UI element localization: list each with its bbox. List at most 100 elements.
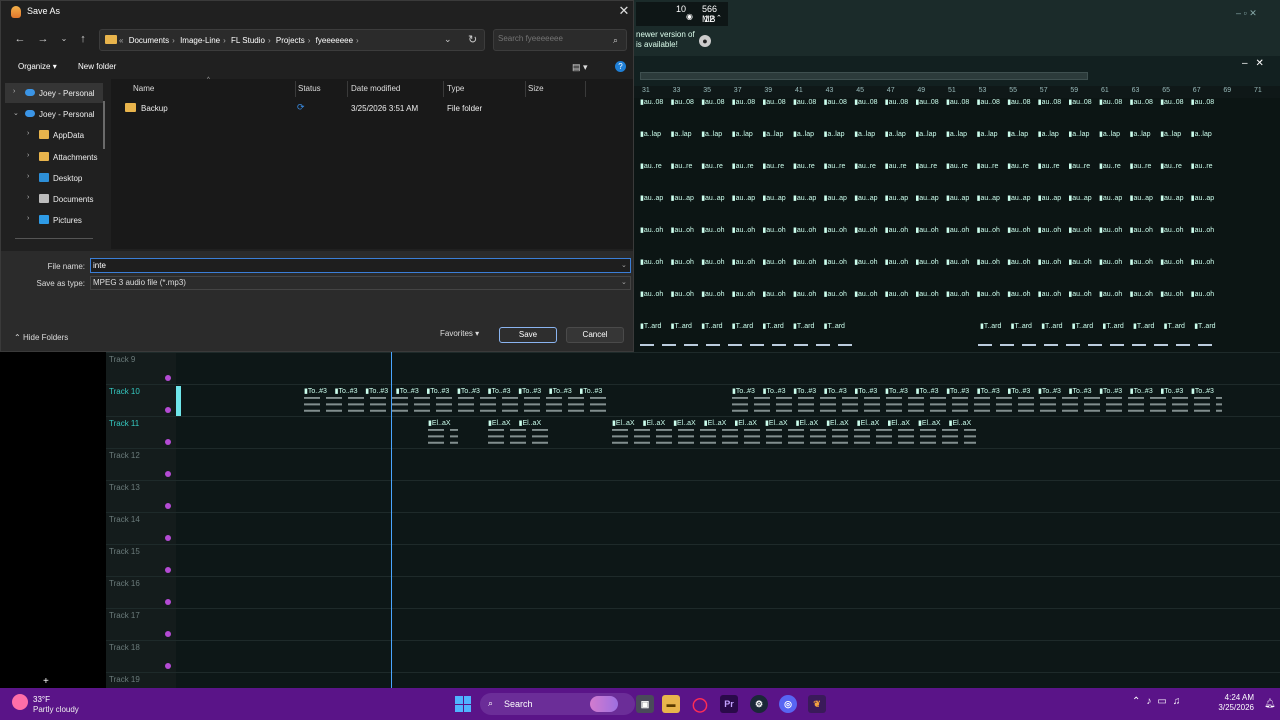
breadcrumb-fyeeeeeee[interactable]: fyeeeeeee: [316, 36, 353, 45]
track-clip-group[interactable]: ▮El..aX ▮El..aX: [488, 419, 548, 447]
pattern-clip[interactable]: ▮To..#3: [549, 387, 572, 395]
pattern-clip[interactable]: ▮au..oh: [701, 258, 724, 266]
pattern-clip[interactable]: ▮To..#3: [1007, 387, 1030, 395]
pattern-clip[interactable]: ▮au..re: [977, 162, 999, 170]
recent-locations-button[interactable]: ⌄: [56, 31, 72, 47]
pattern-clip[interactable]: ▮au..oh: [915, 290, 938, 298]
pattern-clip[interactable]: ▮T..ard: [640, 322, 661, 330]
favorites-button[interactable]: Favorites ▾: [440, 329, 479, 338]
pattern-clip[interactable]: ▮El..aX: [612, 419, 635, 427]
pattern-clip[interactable]: ▮au..08: [1130, 98, 1153, 106]
pattern-clip[interactable]: ▮El..aX: [887, 419, 910, 427]
pattern-clip[interactable]: ▮To..#3: [1191, 387, 1214, 395]
pattern-clip[interactable]: ▮au..ap: [1068, 194, 1091, 202]
pattern-clip[interactable]: ▮au..ap: [671, 194, 694, 202]
pattern-clip[interactable]: ▮au..oh: [1160, 290, 1183, 298]
pattern-clip[interactable]: ▮au..oh: [885, 258, 908, 266]
pattern-clip[interactable]: ▮au..oh: [946, 290, 969, 298]
track-record-dot-icon[interactable]: [165, 503, 171, 509]
back-button[interactable]: ←: [12, 31, 28, 47]
pattern-clip[interactable]: ▮au..oh: [701, 290, 724, 298]
pattern-clip[interactable]: ▮au..ap: [854, 194, 877, 202]
pattern-clip[interactable]: ▮au..oh: [1007, 290, 1030, 298]
pattern-clip[interactable]: ▮au..oh: [946, 258, 969, 266]
pattern-clip[interactable]: ▮au..ap: [824, 194, 847, 202]
pattern-clip[interactable]: ▮T..ard: [1194, 322, 1215, 330]
chevron-right-icon[interactable]: ›: [27, 215, 29, 222]
track-row[interactable]: Track 14: [106, 512, 1280, 544]
column-date-modified[interactable]: Date modified: [351, 84, 400, 93]
pattern-clip[interactable]: ▮au..re: [885, 162, 907, 170]
chevron-right-icon[interactable]: ›: [27, 173, 29, 180]
save-button[interactable]: Save: [499, 327, 557, 343]
pattern-clip[interactable]: ▮au..ap: [977, 194, 1000, 202]
fl-window-controls[interactable]: – ▫ ✕: [1236, 8, 1257, 19]
pattern-clip[interactable]: ▮T..ard: [824, 322, 845, 330]
pattern-clip[interactable]: ▮To..#3: [396, 387, 419, 395]
pattern-clip[interactable]: ▮au..ap: [1099, 194, 1122, 202]
pattern-clip[interactable]: ▮El..aX: [488, 419, 511, 427]
pattern-clip[interactable]: ▮a..lap: [1191, 130, 1212, 138]
pattern-clip[interactable]: ▮au..re: [701, 162, 723, 170]
pattern-clip[interactable]: ▮a..lap: [915, 130, 936, 138]
pattern-clip[interactable]: ▮T..ard: [1072, 322, 1093, 330]
breadcrumb-projects[interactable]: Projects: [276, 36, 305, 45]
pattern-clip[interactable]: ▮au..oh: [762, 290, 785, 298]
pattern-clip[interactable]: ▮au..08: [701, 98, 724, 106]
pattern-clip[interactable]: ▮T..ard: [701, 322, 722, 330]
pattern-clip[interactable]: ▮au..ap: [701, 194, 724, 202]
pattern-clip[interactable]: ▮To..#3: [824, 387, 847, 395]
pattern-clip[interactable]: ▮au..oh: [1130, 290, 1153, 298]
pattern-clip[interactable]: ▮au..re: [793, 162, 815, 170]
pattern-clip[interactable]: ▮au..oh: [1068, 226, 1091, 234]
new-folder-button[interactable]: New folder: [78, 62, 116, 71]
chevron-right-icon[interactable]: ›: [13, 88, 15, 95]
search-input[interactable]: [498, 34, 608, 43]
task-view-icon[interactable]: ▣: [636, 695, 654, 713]
save-as-type-select[interactable]: MPEG 3 audio file (*.mp3): [90, 276, 631, 290]
nav-item-joey-personal[interactable]: › Joey - Personal: [5, 83, 103, 103]
pattern-clip[interactable]: ▮au..re: [1007, 162, 1029, 170]
track-record-dot-icon[interactable]: [165, 599, 171, 605]
pattern-clip[interactable]: ▮To..#3: [977, 387, 1000, 395]
pattern-clip[interactable]: ▮To..#3: [488, 387, 511, 395]
pattern-clip[interactable]: ▮a..lap: [1099, 130, 1120, 138]
pattern-clip[interactable]: ▮au..oh: [1068, 290, 1091, 298]
pattern-clip[interactable]: ▮au..re: [1130, 162, 1152, 170]
system-clock[interactable]: 4:24 AM 3/25/2026: [1210, 693, 1254, 713]
pattern-clip[interactable]: ▮T..ard: [980, 322, 1001, 330]
pattern-clip[interactable]: ▮T..ard: [762, 322, 783, 330]
pattern-clip[interactable]: ▮T..ard: [1041, 322, 1062, 330]
pattern-clip[interactable]: ▮au..08: [793, 98, 816, 106]
pattern-clip[interactable]: ▮au..re: [946, 162, 968, 170]
track-label[interactable]: Track 17: [109, 611, 140, 620]
nav-item-attachments[interactable]: › Attachments: [5, 147, 103, 167]
pattern-clip[interactable]: ▮au..oh: [1130, 226, 1153, 234]
chevron-right-icon[interactable]: ›: [223, 36, 226, 45]
pattern-clip[interactable]: ▮a..lap: [1068, 130, 1089, 138]
pattern-clip[interactable]: ▮au..oh: [885, 290, 908, 298]
track-clip-group[interactable]: ▮El..aX: [428, 419, 458, 447]
playlist-window-controls[interactable]: –✕: [1242, 58, 1272, 69]
cancel-button[interactable]: Cancel: [566, 327, 624, 343]
pattern-clip[interactable]: ▮au..oh: [885, 226, 908, 234]
pattern-clip[interactable]: ▮au..oh: [1038, 258, 1061, 266]
pattern-clip[interactable]: ▮au..oh: [977, 226, 1000, 234]
pattern-clip[interactable]: ▮To..#3: [335, 387, 358, 395]
pattern-clip[interactable]: ▮au..oh: [915, 226, 938, 234]
nav-item-documents[interactable]: › Documents: [5, 189, 103, 209]
pattern-clip[interactable]: ▮au..ap: [885, 194, 908, 202]
pattern-clip[interactable]: ▮au..ap: [1160, 194, 1183, 202]
file-name-input[interactable]: [90, 258, 631, 273]
pattern-clip[interactable]: ▮au..08: [946, 98, 969, 106]
track-clip-group[interactable]: ▮El..aX ▮El..aX ▮El..aX ▮El..aX ▮El..aX ▮El..…: [612, 419, 976, 447]
pattern-clip[interactable]: ▮a..lap: [946, 130, 967, 138]
pattern-clip[interactable]: ▮T..ard: [1164, 322, 1185, 330]
navigation-pane[interactable]: › Joey - Personal ⌄ Joey - Personal › AppData…: [5, 79, 107, 249]
premiere-pro-icon[interactable]: Pr: [720, 695, 738, 713]
column-separator[interactable]: [585, 81, 586, 97]
track-label[interactable]: Track 19: [109, 675, 140, 684]
track-record-dot-icon[interactable]: [165, 375, 171, 381]
pattern-clip[interactable]: ▮a..lap: [793, 130, 814, 138]
breadcrumb-overflow[interactable]: «: [119, 36, 123, 45]
